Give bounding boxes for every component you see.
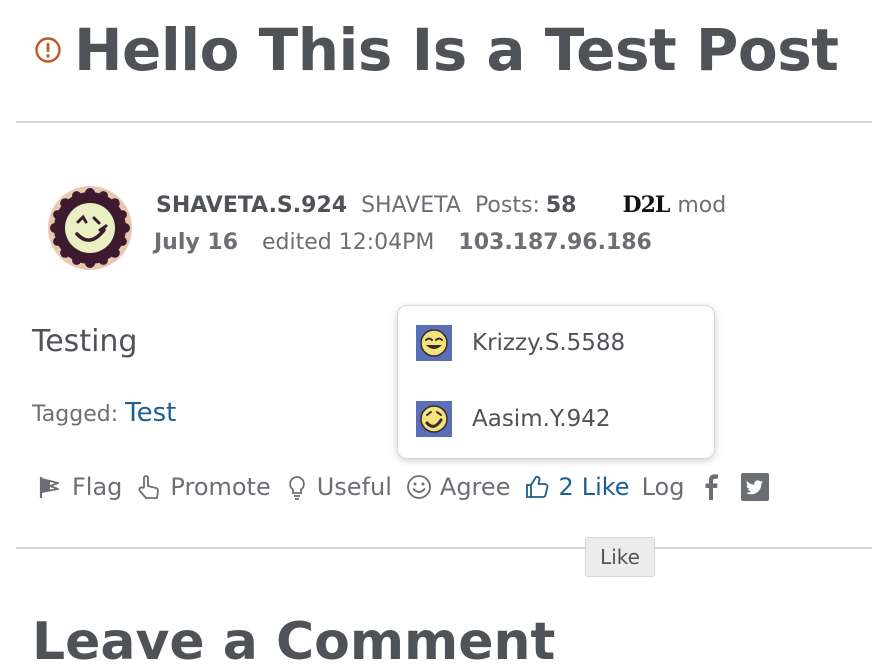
post-title-row: Hello This Is a Test Post <box>34 10 839 90</box>
like-label: Like <box>581 473 630 501</box>
post-meta: July 16 edited 12:04PM 103.187.96.186 <box>154 230 652 255</box>
twitter-share-button[interactable] <box>740 472 770 502</box>
agree-label: Agree <box>439 473 511 501</box>
pointing-hand-icon <box>138 475 160 499</box>
alert-circle-icon <box>35 37 61 63</box>
liker-name: Krizzy.S.5588 <box>472 330 626 356</box>
post-date[interactable]: July 16 <box>154 230 238 255</box>
smiley-icon <box>407 475 431 499</box>
liker-item[interactable]: Krizzy.S.5588 <box>416 325 625 361</box>
comment-heading: Leave a Comment <box>32 612 556 672</box>
flag-label: Flag <box>72 473 123 501</box>
useful-label: Useful <box>316 473 392 501</box>
log-link[interactable]: Log <box>642 473 685 501</box>
promote-button[interactable]: Promote <box>136 473 271 501</box>
post-body: Testing <box>32 324 138 359</box>
flag-icon <box>39 477 59 498</box>
agree-button[interactable]: Agree <box>406 473 511 501</box>
page-title: Hello This Is a Test Post <box>74 16 839 84</box>
liker-name: Aasim.Y.942 <box>472 406 611 432</box>
like-button[interactable]: 2 Like <box>524 473 630 501</box>
liker-item[interactable]: Aasim.Y.942 <box>416 401 611 437</box>
facebook-icon <box>705 474 719 500</box>
ip-address: 103.187.96.186 <box>458 230 652 255</box>
reactions-divider <box>16 547 872 549</box>
facebook-share-button[interactable] <box>702 473 720 501</box>
posts-count: 58 <box>545 192 577 218</box>
tag-link[interactable]: Test <box>125 398 176 428</box>
title-divider <box>16 121 872 123</box>
likers-popup: Krizzy.S.5588 Aasim.Y.942 <box>397 305 715 459</box>
edited-time: edited 12:04PM <box>262 230 435 255</box>
author-avatar[interactable] <box>48 186 132 270</box>
useful-button[interactable]: Useful <box>285 473 392 501</box>
liker-avatar <box>416 325 452 361</box>
like-tooltip: Like <box>585 537 655 577</box>
thumbs-up-icon <box>526 475 549 498</box>
post-tags: Tagged: Test <box>32 398 176 428</box>
flag-button[interactable]: Flag <box>38 473 122 501</box>
liker-avatar <box>416 401 452 437</box>
like-count: 2 <box>558 473 574 501</box>
author-role: mod <box>677 192 727 218</box>
author-display-name: SHAVETA <box>361 192 461 218</box>
author-meta: SHAVETA.S.924 SHAVETA Posts: 58 D2L mod <box>156 192 726 218</box>
author-username[interactable]: SHAVETA.S.924 <box>156 193 347 218</box>
promote-label: Promote <box>170 473 271 501</box>
twitter-icon <box>741 473 770 501</box>
d2l-logo: D2L <box>622 192 670 218</box>
lightbulb-icon <box>288 476 305 500</box>
posts-label: Posts: <box>474 192 540 218</box>
tagged-label: Tagged: <box>32 402 119 427</box>
reaction-bar: Flag Promote Useful Agree 2 Like Log <box>38 472 770 502</box>
